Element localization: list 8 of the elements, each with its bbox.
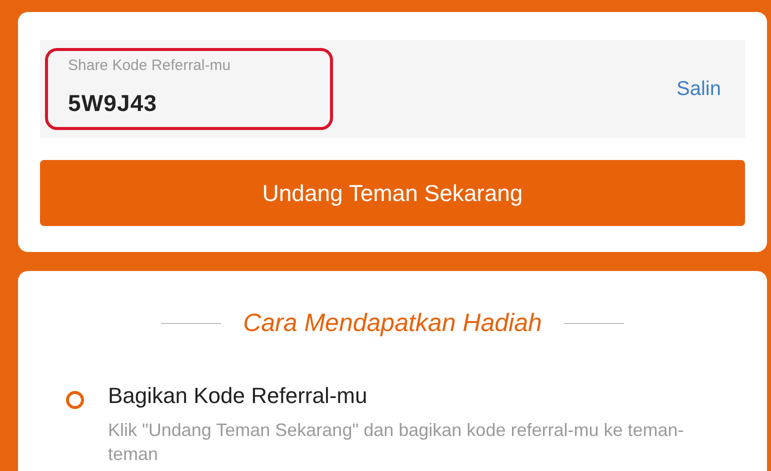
invite-button[interactable]: Undang Teman Sekarang [40,160,745,226]
step-title: Bagikan Kode Referral-mu [108,382,368,410]
copy-link[interactable]: Salin [676,74,721,104]
step-description: Klik "Undang Teman Sekarang" dan bagikan kode referral-mu ke teman-teman [108,418,685,466]
field-label: Share Kode Referral-mu [68,56,232,76]
referral-code: 5W9J43 [68,88,158,118]
section-title: Cara Mendapatkan Hadiah [243,308,542,339]
step-ring-icon [66,390,84,408]
